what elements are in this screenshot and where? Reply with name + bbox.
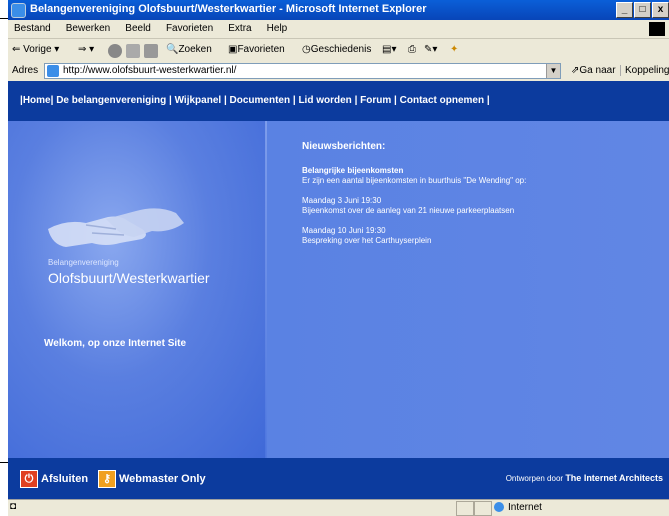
address-url: http://www.olofsbuurt-westerkwartier.nl/ bbox=[63, 65, 237, 76]
status-bar: ◘ Internet bbox=[8, 499, 669, 516]
home-icon bbox=[144, 44, 158, 58]
credit-name[interactable]: The Internet Architects bbox=[565, 473, 663, 483]
menu-beeld[interactable]: Beeld bbox=[119, 20, 157, 37]
content-area: Belangenvereniging Olofsbuurt/Westerkwar… bbox=[8, 121, 669, 458]
refresh-button[interactable] bbox=[126, 44, 142, 58]
address-input[interactable]: http://www.olofsbuurt-westerkwartier.nl/… bbox=[44, 63, 561, 79]
search-icon: 🔍 bbox=[166, 44, 179, 55]
nav-contact[interactable]: Contact opnemen bbox=[400, 95, 484, 106]
panel-divider bbox=[265, 121, 267, 458]
maximize-button[interactable]: □ bbox=[634, 2, 651, 18]
power-icon: ⏻ bbox=[20, 470, 38, 488]
forward-arrow-icon: ⇒ ▾ bbox=[78, 44, 95, 55]
ie-icon bbox=[11, 3, 26, 18]
edge-line bbox=[0, 462, 8, 463]
security-zone: Internet bbox=[494, 502, 542, 513]
edge-line bbox=[0, 18, 8, 19]
page-status-icon: ◘ bbox=[10, 501, 17, 512]
org-title: Olofsbuurt/Westerkwartier bbox=[48, 270, 210, 286]
event-date: Maandag 10 Juni 19:30 bbox=[302, 226, 386, 235]
news-section: Nieuwsberichten: Belangrijke bijeenkomst… bbox=[302, 141, 652, 256]
news-intro: Er zijn een aantal bijeenkomsten in buur… bbox=[302, 176, 527, 185]
nav-wijkpanel[interactable]: Wijkpanel bbox=[175, 95, 222, 106]
print-button[interactable]: ⎙ bbox=[408, 44, 416, 55]
mail-button[interactable]: ▤▾ bbox=[382, 44, 396, 55]
zone-label: Internet bbox=[508, 502, 542, 513]
menu-extra[interactable]: Extra bbox=[222, 20, 257, 37]
favorites-label: Favorieten bbox=[237, 44, 285, 55]
welcome-text: Welkom, op onze Internet Site bbox=[44, 338, 187, 349]
forward-button[interactable]: ⇒ ▾ bbox=[78, 44, 94, 55]
news-header: Nieuwsberichten: bbox=[302, 141, 386, 152]
edit-icon: ✎▾ bbox=[424, 44, 438, 55]
designer-credit: Ontworpen door The Internet Architects bbox=[506, 473, 663, 483]
search-label: Zoeken bbox=[178, 44, 212, 55]
close-button[interactable]: x bbox=[652, 2, 669, 18]
nav-belangenvereniging[interactable]: De belangenvereniging bbox=[56, 95, 166, 106]
messenger-icon: ✦ bbox=[450, 44, 459, 55]
refresh-icon bbox=[126, 44, 140, 58]
edit-button[interactable]: ✎▾ bbox=[424, 44, 437, 55]
history-icon: ◷ bbox=[302, 44, 311, 55]
home-button[interactable] bbox=[144, 44, 160, 58]
address-label: Adres bbox=[12, 65, 39, 76]
window-titlebar[interactable]: Belangenvereniging Olofsbuurt/Westerkwar… bbox=[8, 0, 669, 20]
minimize-button[interactable]: _ bbox=[616, 2, 633, 18]
logout-label: Afsluiten bbox=[41, 473, 89, 485]
links-button[interactable]: Koppelingen bbox=[620, 65, 669, 76]
org-subtitle: Belangenvereniging bbox=[48, 258, 119, 267]
key-icon: ⚷ bbox=[98, 470, 116, 488]
favorites-button[interactable]: ▣Favorieten bbox=[228, 44, 285, 55]
address-dropdown-button[interactable]: ▼ bbox=[546, 64, 560, 78]
webmaster-label: Webmaster Only bbox=[119, 473, 206, 485]
nav-home[interactable]: Home bbox=[23, 95, 51, 106]
menu-bestand[interactable]: Bestand bbox=[8, 20, 57, 37]
messenger-button[interactable]: ✦ bbox=[450, 44, 458, 55]
window-title: Belangenvereniging Olofsbuurt/Westerkwar… bbox=[30, 3, 427, 15]
back-label: Vorige bbox=[23, 44, 52, 55]
toolbar: ⇐ Vorige ▾ ⇒ ▾ 🔍Zoeken ▣Favorieten ◷Gesc… bbox=[8, 39, 669, 62]
print-icon: ⎙ bbox=[408, 44, 416, 55]
go-button[interactable]: ⇗Ga naar bbox=[571, 65, 616, 76]
site-footer: ⏻ Afsluiten ⚷ Webmaster Only Ontworpen d… bbox=[8, 458, 669, 499]
back-arrow-icon: ⇐ bbox=[12, 44, 21, 55]
handshake-image bbox=[48, 208, 184, 247]
event-text: Bespreking over het Carthuyserplein bbox=[302, 236, 432, 245]
news-subheader: Belangrijke bijeenkomsten bbox=[302, 166, 404, 175]
history-button[interactable]: ◷Geschiedenis bbox=[302, 44, 371, 55]
windows-logo-icon bbox=[649, 22, 665, 36]
event-date: Maandag 3 Juni 19:30 bbox=[302, 196, 382, 205]
nav-forum[interactable]: Forum bbox=[360, 95, 391, 106]
address-bar: Adres http://www.olofsbuurt-westerkwarti… bbox=[8, 61, 669, 82]
back-button[interactable]: ⇐ Vorige ▾ bbox=[12, 44, 59, 55]
nav-documenten[interactable]: Documenten bbox=[230, 95, 291, 106]
stop-icon bbox=[108, 44, 122, 58]
site-nav: |Home| De belangenvereniging | Wijkpanel… bbox=[8, 81, 669, 121]
menu-bar: Bestand Bewerken Beeld Favorieten Extra … bbox=[8, 20, 669, 39]
left-panel: Belangenvereniging Olofsbuurt/Westerkwar… bbox=[8, 121, 266, 458]
menu-favorieten[interactable]: Favorieten bbox=[160, 20, 219, 37]
stop-button[interactable] bbox=[108, 44, 124, 58]
page-icon bbox=[47, 65, 59, 77]
status-cell bbox=[456, 501, 474, 516]
web-page: |Home| De belangenvereniging | Wijkpanel… bbox=[8, 81, 669, 499]
menu-help[interactable]: Help bbox=[261, 20, 294, 37]
globe-icon bbox=[494, 502, 504, 513]
status-cell bbox=[474, 501, 492, 516]
logout-button[interactable]: ⏻ Afsluiten bbox=[20, 470, 88, 488]
event-text: Bijeenkomst over de aanleg van 21 nieuwe… bbox=[302, 206, 515, 215]
search-button[interactable]: 🔍Zoeken bbox=[166, 44, 212, 55]
webmaster-button[interactable]: ⚷ Webmaster Only bbox=[98, 470, 206, 488]
menu-bewerken[interactable]: Bewerken bbox=[60, 20, 116, 37]
nav-lid-worden[interactable]: Lid worden bbox=[298, 95, 351, 106]
desktop-edge bbox=[0, 0, 8, 515]
go-label: Ga naar bbox=[579, 65, 616, 76]
credit-prefix: Ontworpen door bbox=[505, 474, 564, 483]
mail-icon: ▤▾ bbox=[382, 44, 397, 55]
history-label: Geschiedenis bbox=[310, 44, 372, 55]
